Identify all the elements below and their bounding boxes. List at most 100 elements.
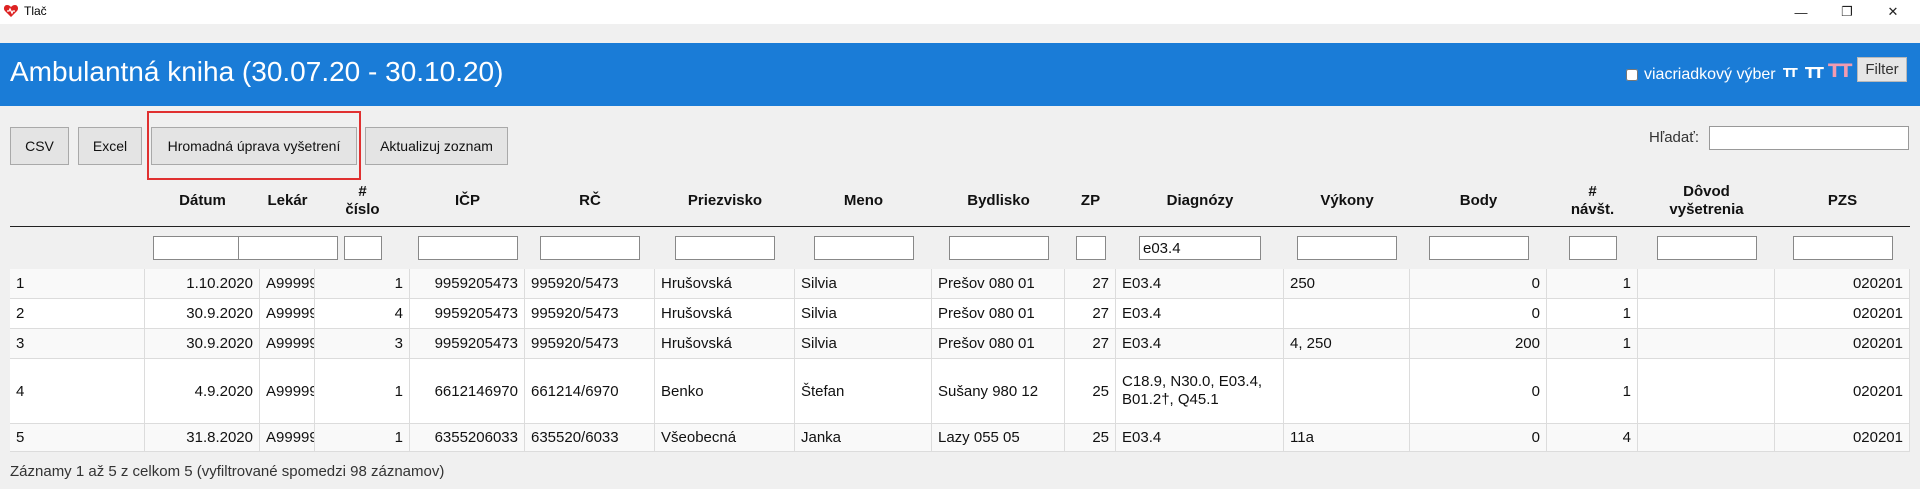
cell-reason — [1638, 269, 1775, 299]
cell-first-name: Štefan — [795, 359, 932, 424]
filter-input-pzs[interactable] — [1792, 236, 1893, 260]
cell-pzs: 020201 — [1775, 269, 1910, 299]
filter-input-reason[interactable] — [1656, 236, 1757, 260]
multi-select-label: viacriadkový výber — [1644, 66, 1776, 83]
column-header-points[interactable]: Body — [1410, 176, 1547, 226]
column-header-number[interactable]: # číslo — [315, 176, 410, 226]
column-header-surname[interactable]: Priezvisko — [655, 176, 795, 226]
cell-icp: 9959205473 — [410, 329, 525, 359]
filter-input-procedures[interactable] — [1297, 236, 1397, 260]
filter-input-number[interactable] — [343, 236, 382, 260]
cell-procedures: 4, 250 — [1284, 329, 1410, 359]
cell-number: 1 — [315, 359, 410, 424]
cell-icp: 6355206033 — [410, 424, 525, 452]
minimize-button[interactable]: — — [1778, 0, 1824, 24]
page-title: Ambulantná kniha (30.07.20 - 30.10.20) — [10, 56, 504, 87]
window-titlebar: Tlač — ❐ ✕ — [0, 0, 1920, 24]
cell-rc: 995920/5473 — [525, 299, 655, 329]
cell-surname: Hrušovská — [655, 299, 795, 329]
cell-icp: 6612146970 — [410, 359, 525, 424]
cell-insurer: 27 — [1065, 329, 1116, 359]
search-input[interactable] — [1709, 126, 1909, 150]
cell-rc: 995920/5473 — [525, 269, 655, 299]
page-header: Ambulantná kniha (30.07.20 - 30.10.20) v… — [0, 43, 1920, 106]
filter-button[interactable]: Filter — [1857, 57, 1907, 82]
column-header-visits[interactable]: # návšt. — [1547, 176, 1638, 226]
multi-select-checkbox[interactable] — [1626, 69, 1638, 81]
filter-input-address[interactable] — [948, 236, 1049, 260]
cell-pzs: 020201 — [1775, 329, 1910, 359]
column-header-procedures[interactable]: Výkony — [1284, 176, 1410, 226]
table-row[interactable]: 44.9.2020A9999902016612146970661214/6970… — [10, 359, 1910, 424]
refresh-list-button[interactable]: Aktualizuj zoznam — [365, 127, 508, 165]
csv-export-button[interactable]: CSV — [10, 127, 69, 165]
cell-reason — [1638, 424, 1775, 452]
column-header-icp[interactable]: IČP — [410, 176, 525, 226]
cell-address: Sušany 980 12 — [932, 359, 1065, 424]
table-row[interactable]: 230.9.2020A9999902049959205473995920/547… — [10, 299, 1910, 329]
cell-reason — [1638, 329, 1775, 359]
column-header-first-name[interactable]: Meno — [795, 176, 932, 226]
column-header-rc[interactable]: RČ — [525, 176, 655, 226]
cell-points: 0 — [1410, 359, 1547, 424]
column-header-diagnoses[interactable]: Diagnózy — [1116, 176, 1284, 226]
cell-number: 1 — [315, 424, 410, 452]
cell-insurer: 27 — [1065, 269, 1116, 299]
filter-input-diagnoses[interactable] — [1139, 236, 1261, 260]
table-info: Záznamy 1 až 5 z celkom 5 (vyfiltrované … — [10, 463, 445, 480]
cell-surname: Hrušovská — [655, 269, 795, 299]
column-header-address[interactable]: Bydlisko — [932, 176, 1065, 226]
cell-visits: 1 — [1547, 269, 1638, 299]
cell-first-name: Silvia — [795, 269, 932, 299]
cell-address: Prešov 080 01 — [932, 329, 1065, 359]
table-row[interactable]: 330.9.2020A9999902039959205473995920/547… — [10, 329, 1910, 359]
filter-input-icp[interactable] — [417, 236, 518, 260]
column-header-insurer[interactable]: ZP — [1065, 176, 1116, 226]
cell-rc: 995920/5473 — [525, 329, 655, 359]
table-row[interactable]: 531.8.2020A9999902016355206033635520/603… — [10, 424, 1910, 452]
cell-first-name: Silvia — [795, 329, 932, 359]
column-header-pzs[interactable]: PZS — [1775, 176, 1910, 226]
cell-icp: 9959205473 — [410, 299, 525, 329]
close-button[interactable]: ✕ — [1870, 0, 1916, 24]
cell-diagnoses: E03.4 — [1116, 329, 1284, 359]
filter-input-points[interactable] — [1428, 236, 1529, 260]
table-row[interactable]: 11.10.2020A9999902019959205473995920/547… — [10, 269, 1910, 299]
font-size-small-icon[interactable]: TT — [1783, 66, 1798, 80]
cell-pzs: 020201 — [1775, 299, 1910, 329]
font-size-large-icon[interactable]: TT — [1828, 60, 1852, 82]
cell-points: 0 — [1410, 424, 1547, 452]
cell-first-name: Silvia — [795, 299, 932, 329]
cell-points: 200 — [1410, 329, 1547, 359]
cell-insurer: 25 — [1065, 359, 1116, 424]
filter-input-first-name[interactable] — [813, 236, 914, 260]
cell-insurer: 27 — [1065, 299, 1116, 329]
filter-input-doctor[interactable] — [237, 236, 338, 260]
excel-export-button[interactable]: Excel — [78, 127, 142, 165]
cell-doctor: A99999020 — [260, 299, 315, 329]
cell-diagnoses: E03.4 — [1116, 269, 1284, 299]
multi-select-toggle[interactable]: viacriadkový výber — [1626, 65, 1776, 85]
font-size-medium-icon[interactable]: TT — [1805, 64, 1824, 82]
cell-row-number: 1 — [10, 269, 145, 299]
filter-input-surname[interactable] — [675, 236, 775, 260]
filter-input-rc[interactable] — [540, 236, 640, 260]
cell-doctor: A99999020 — [260, 359, 315, 424]
filter-input-visits[interactable] — [1568, 236, 1617, 260]
column-header-date[interactable]: Dátum — [145, 176, 260, 226]
column-header-reason[interactable]: Dôvod vyšetrenia — [1638, 176, 1775, 226]
cell-doctor: A99999020 — [260, 269, 315, 299]
column-header-doctor[interactable]: Lekár — [260, 176, 315, 226]
cell-rc: 661214/6970 — [525, 359, 655, 424]
bulk-edit-button[interactable]: Hromadná úprava vyšetrení — [151, 127, 357, 165]
cell-procedures: 11a — [1284, 424, 1410, 452]
restore-button[interactable]: ❐ — [1824, 0, 1870, 24]
cell-pzs: 020201 — [1775, 424, 1910, 452]
table-divider — [10, 226, 1910, 227]
filter-input-insurer[interactable] — [1075, 236, 1106, 260]
cell-procedures — [1284, 299, 1410, 329]
cell-reason — [1638, 359, 1775, 424]
cell-icp: 9959205473 — [410, 269, 525, 299]
cell-address: Prešov 080 01 — [932, 299, 1065, 329]
cell-address: Prešov 080 01 — [932, 269, 1065, 299]
